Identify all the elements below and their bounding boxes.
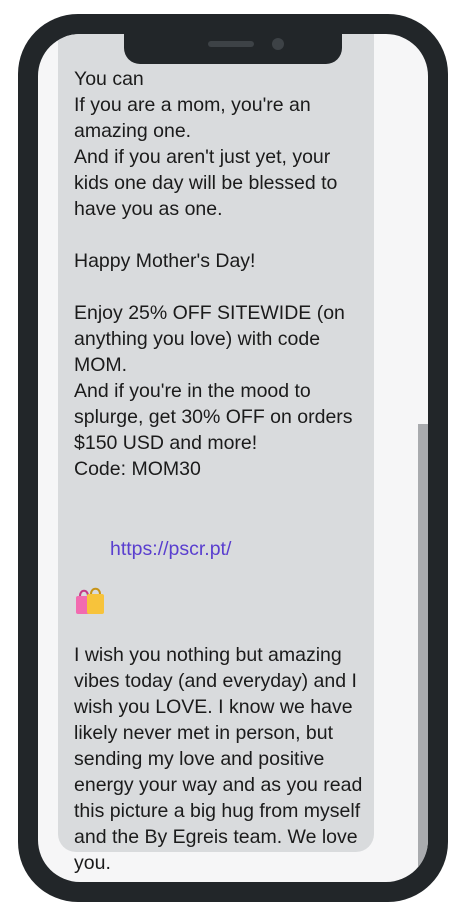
- phone-frame: You can If you are a mom, you're an amaz…: [18, 14, 448, 902]
- promo-link[interactable]: https://pscr.pt/: [110, 536, 231, 562]
- message-text-bottom: I wish you nothing but amazing vibes tod…: [74, 644, 363, 874]
- shopping-bags-icon: [74, 534, 106, 614]
- message-text-top: You can If you are a mom, you're an amaz…: [74, 68, 353, 480]
- scrollbar-track[interactable]: [418, 34, 428, 882]
- scrollbar-thumb[interactable]: [418, 424, 428, 882]
- speaker-icon: [208, 41, 254, 47]
- message-bubble: You can If you are a mom, you're an amaz…: [58, 34, 374, 874]
- link-row: https://pscr.pt/: [74, 534, 364, 614]
- camera-icon: [272, 38, 284, 50]
- phone-notch: [124, 32, 342, 64]
- phone-screen: You can If you are a mom, you're an amaz…: [38, 34, 428, 882]
